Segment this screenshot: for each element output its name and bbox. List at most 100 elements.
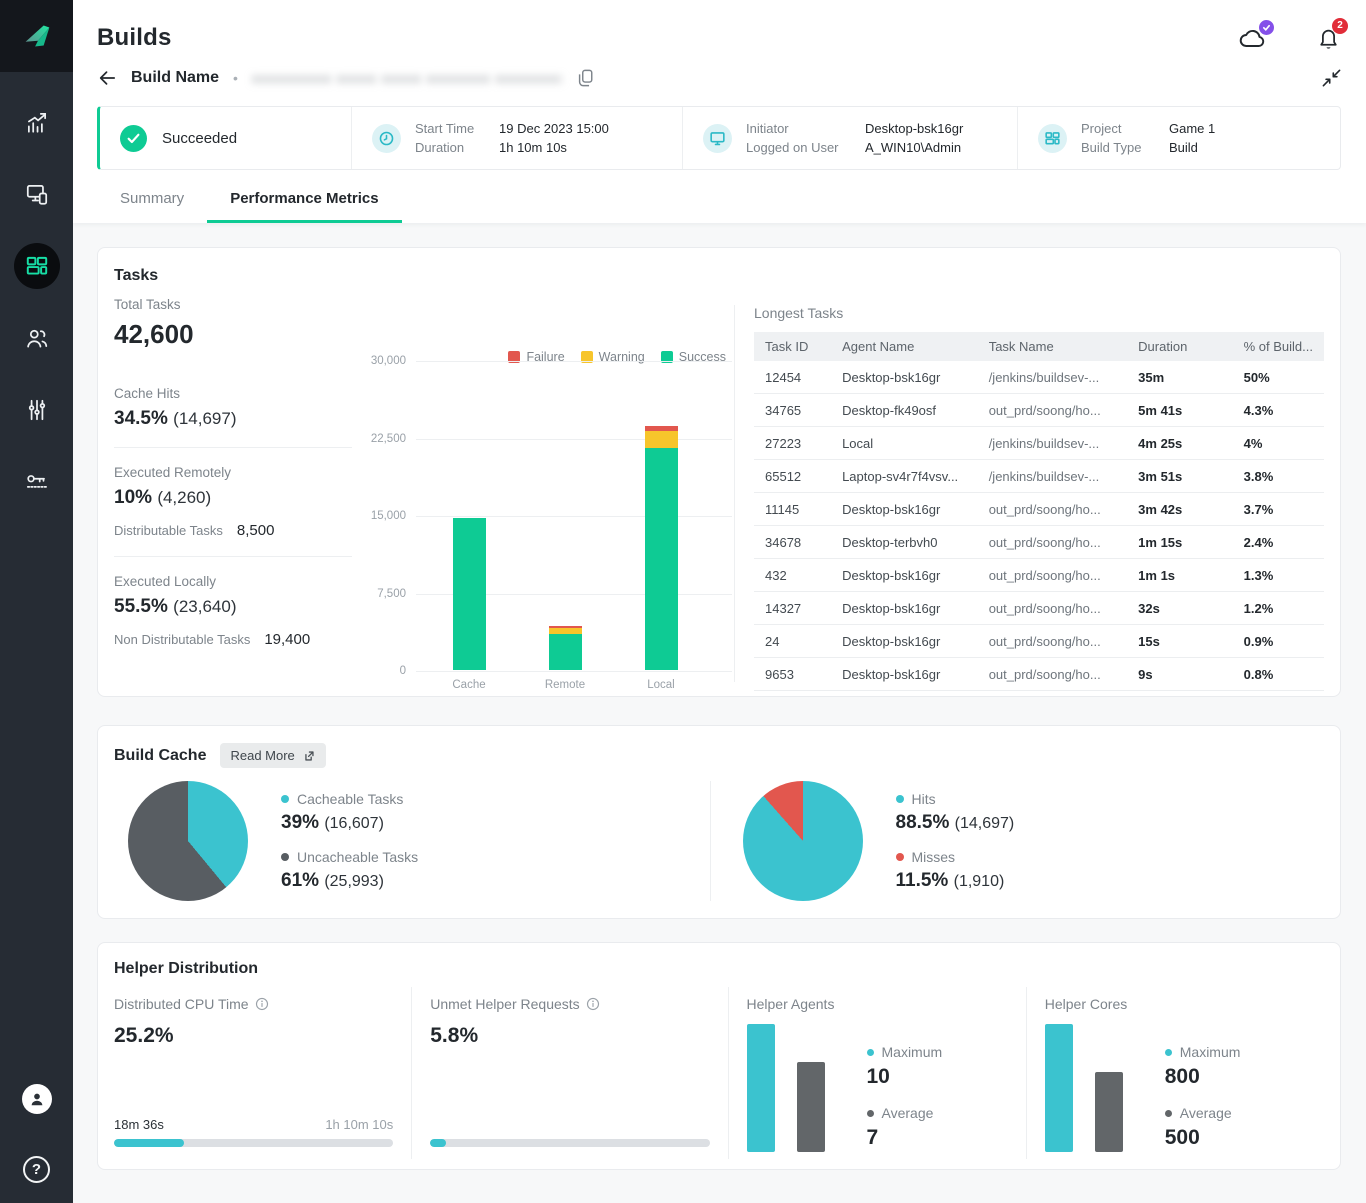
field-value: 1h 10m 10s bbox=[499, 140, 609, 155]
sidebar-item-license[interactable] bbox=[0, 446, 73, 518]
agents-max-dot bbox=[867, 1049, 874, 1056]
field-label: Initiator bbox=[746, 121, 843, 136]
build-path-redacted: xxxxxxxxxx xxxxx xxxxx xxxxxxxx xxxxxxxx… bbox=[252, 70, 562, 86]
longest-tasks: Longest Tasks Task ID Agent Name Task Na… bbox=[735, 297, 1324, 692]
helper-cores-label: Helper Cores bbox=[1045, 996, 1127, 1012]
copy-icon bbox=[576, 68, 594, 88]
read-more-label: Read More bbox=[230, 748, 294, 763]
tab-performance-metrics[interactable]: Performance Metrics bbox=[207, 184, 401, 223]
app-logo[interactable] bbox=[0, 0, 73, 72]
helper-cores-section: Helper Cores Maximum 800 Av bbox=[1026, 987, 1324, 1159]
table-row[interactable]: 12454Desktop-bsk16gr/jenkins/buildsev-..… bbox=[754, 361, 1324, 394]
cacheable-pie-chart bbox=[128, 781, 248, 901]
agents-avg-dot bbox=[867, 1110, 874, 1117]
help-button[interactable]: ? bbox=[23, 1156, 50, 1183]
x-tick: Cache bbox=[452, 679, 485, 691]
tasks-bar-chart: Failure Warning Success 30,000 22,500 15… bbox=[366, 297, 732, 692]
y-axis-labels: 30,000 22,500 15,000 7,500 0 bbox=[366, 361, 416, 671]
sidebar-item-users[interactable] bbox=[0, 302, 73, 374]
analytics-icon bbox=[24, 109, 50, 135]
executed-locally-label: Executed Locally bbox=[114, 574, 352, 589]
helper-distribution-title: Helper Distribution bbox=[114, 960, 1324, 978]
build-cache-title: Build Cache bbox=[114, 747, 206, 765]
back-button[interactable] bbox=[97, 69, 117, 87]
table-row[interactable]: 27223Local/jenkins/buildsev-...4m 25s4% bbox=[754, 427, 1324, 460]
cores-max-label: Maximum bbox=[1180, 1044, 1241, 1060]
collapse-button[interactable] bbox=[1322, 69, 1341, 87]
read-more-button[interactable]: Read More bbox=[220, 743, 325, 768]
info-icon[interactable] bbox=[255, 997, 269, 1011]
cpu-range-start: 18m 36s bbox=[114, 1117, 164, 1132]
copy-button[interactable] bbox=[576, 68, 594, 88]
cacheable-dot bbox=[281, 795, 289, 803]
x-tick: Local bbox=[647, 679, 675, 691]
sidebar-item-builds[interactable] bbox=[0, 230, 73, 302]
table-row[interactable]: 14327Desktop-bsk16grout_prd/soong/ho...3… bbox=[754, 592, 1324, 625]
agents-avg-label: Average bbox=[882, 1105, 934, 1121]
tasks-stats: Total Tasks 42,600 Cache Hits 34.5% (14,… bbox=[114, 297, 366, 692]
user-avatar[interactable] bbox=[22, 1084, 52, 1114]
helper-agents-section: Helper Agents Maximum 10 Av bbox=[728, 987, 1026, 1159]
total-tasks-value: 42,600 bbox=[114, 319, 352, 350]
table-row[interactable]: 24Desktop-bsk16grout_prd/soong/ho...15s0… bbox=[754, 625, 1324, 658]
distributable-label: Distributable Tasks bbox=[114, 523, 223, 538]
table-row[interactable]: 11145Desktop-bsk16grout_prd/soong/ho...3… bbox=[754, 493, 1324, 526]
license-key-icon bbox=[24, 469, 50, 495]
question-mark-icon: ? bbox=[32, 1161, 41, 1178]
uncacheable-count: (25,993) bbox=[324, 873, 384, 890]
misses-label: Misses bbox=[912, 849, 956, 865]
misses-dot bbox=[896, 853, 904, 861]
table-row[interactable]: 9653Desktop-bsk16grout_prd/soong/ho...9s… bbox=[754, 658, 1324, 691]
back-arrow-icon bbox=[97, 69, 117, 87]
col-task-id: Task ID bbox=[754, 332, 831, 361]
sidebar-nav bbox=[0, 72, 73, 518]
helper-agents-label: Helper Agents bbox=[747, 996, 835, 1012]
unmet-progress-bar bbox=[430, 1139, 709, 1147]
cacheable-count: (16,607) bbox=[324, 815, 384, 832]
cores-avg-value: 500 bbox=[1165, 1126, 1241, 1150]
success-circle-icon bbox=[120, 125, 147, 152]
main-area: Builds 2 bbox=[73, 0, 1366, 1203]
non-distributable-label: Non Distributable Tasks bbox=[114, 632, 250, 647]
build-name-label: Build Name bbox=[131, 69, 219, 87]
misses-count: (1,910) bbox=[954, 873, 1005, 890]
bar-local bbox=[645, 360, 678, 670]
plot-area: Cache Remote Local bbox=[416, 361, 732, 671]
field-label: Build Type bbox=[1081, 140, 1147, 155]
table-row[interactable]: 432Desktop-bsk16grout_prd/soong/ho...1m … bbox=[754, 559, 1324, 592]
field-value: Game 1 bbox=[1169, 121, 1215, 136]
hits-count: (14,697) bbox=[955, 815, 1015, 832]
notifications-button[interactable]: 2 bbox=[1316, 25, 1341, 52]
y-tick: 30,000 bbox=[371, 355, 406, 367]
uncacheable-dot bbox=[281, 853, 289, 861]
col-duration: Duration bbox=[1127, 332, 1232, 361]
unmet-requests-section: Unmet Helper Requests 5.8% bbox=[411, 987, 727, 1159]
tab-bar: Summary Performance Metrics bbox=[97, 184, 1341, 223]
tab-summary[interactable]: Summary bbox=[97, 184, 207, 223]
sidebar-item-settings[interactable] bbox=[0, 374, 73, 446]
helper-agents-mini-chart bbox=[747, 1024, 825, 1152]
sidebar-bottom: ? bbox=[0, 1084, 73, 1183]
y-tick: 7,500 bbox=[377, 588, 406, 600]
info-icon[interactable] bbox=[586, 997, 600, 1011]
cacheable-pct: 39% bbox=[281, 812, 319, 833]
agents-avg-value: 7 bbox=[867, 1126, 943, 1150]
sidebar-item-analytics[interactable] bbox=[0, 86, 73, 158]
distributed-cpu-section: Distributed CPU Time 25.2% 18m 36s 1h 10… bbox=[114, 987, 411, 1159]
sidebar: ? bbox=[0, 0, 73, 1203]
table-header-row: Task ID Agent Name Task Name Duration % … bbox=[754, 332, 1324, 361]
col-pct-of-build: % of Build... bbox=[1233, 332, 1324, 361]
incredibuild-logo-icon bbox=[18, 17, 56, 55]
cores-avg-label: Average bbox=[1180, 1105, 1232, 1121]
table-row[interactable]: 34678Desktop-terbvh0out_prd/soong/ho...1… bbox=[754, 526, 1324, 559]
table-row[interactable]: 65512Laptop-sv4r7f4vsv.../jenkins/builds… bbox=[754, 460, 1324, 493]
field-value: A_WIN10\Admin bbox=[865, 140, 963, 155]
cloud-status-button[interactable] bbox=[1238, 26, 1268, 50]
table-row[interactable]: 34765Desktop-fk49osfout_prd/soong/ho...5… bbox=[754, 394, 1324, 427]
settings-icon bbox=[24, 397, 50, 423]
cpu-time-label: Distributed CPU Time bbox=[114, 996, 249, 1012]
sidebar-item-agents[interactable] bbox=[0, 158, 73, 230]
executed-locally-count: (23,640) bbox=[173, 597, 236, 616]
total-tasks-label: Total Tasks bbox=[114, 297, 352, 312]
executed-remotely-pct: 10% bbox=[114, 487, 152, 508]
